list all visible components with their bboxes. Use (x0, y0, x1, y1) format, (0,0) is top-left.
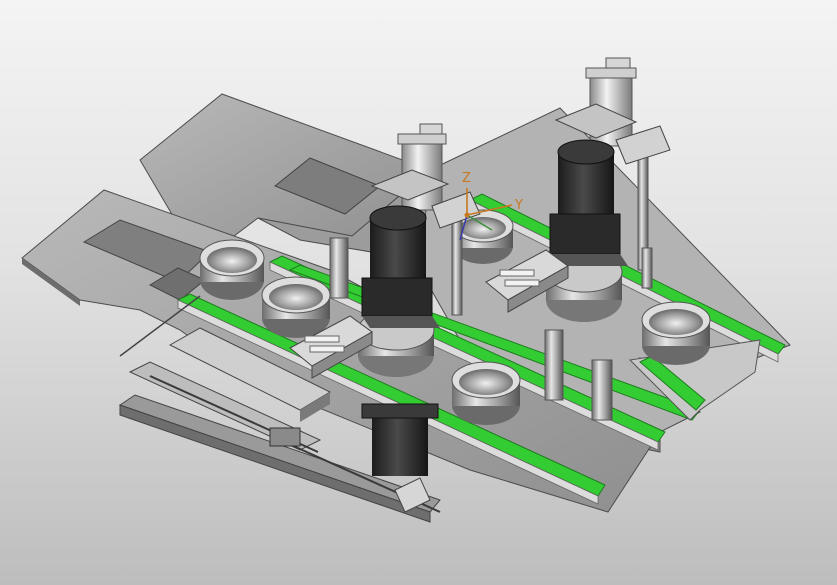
cup-2[interactable] (261, 276, 331, 338)
servo-motor-bottom[interactable] (361, 403, 439, 476)
axis-y-label: Y (515, 198, 523, 213)
cad-graphics-viewport[interactable]: Z Y (0, 0, 837, 585)
cup-4[interactable] (641, 301, 711, 365)
axis-z-label: Z (462, 171, 471, 186)
cup-3[interactable] (451, 361, 521, 425)
assembly-model[interactable] (0, 0, 837, 585)
cup-1[interactable] (199, 239, 265, 300)
